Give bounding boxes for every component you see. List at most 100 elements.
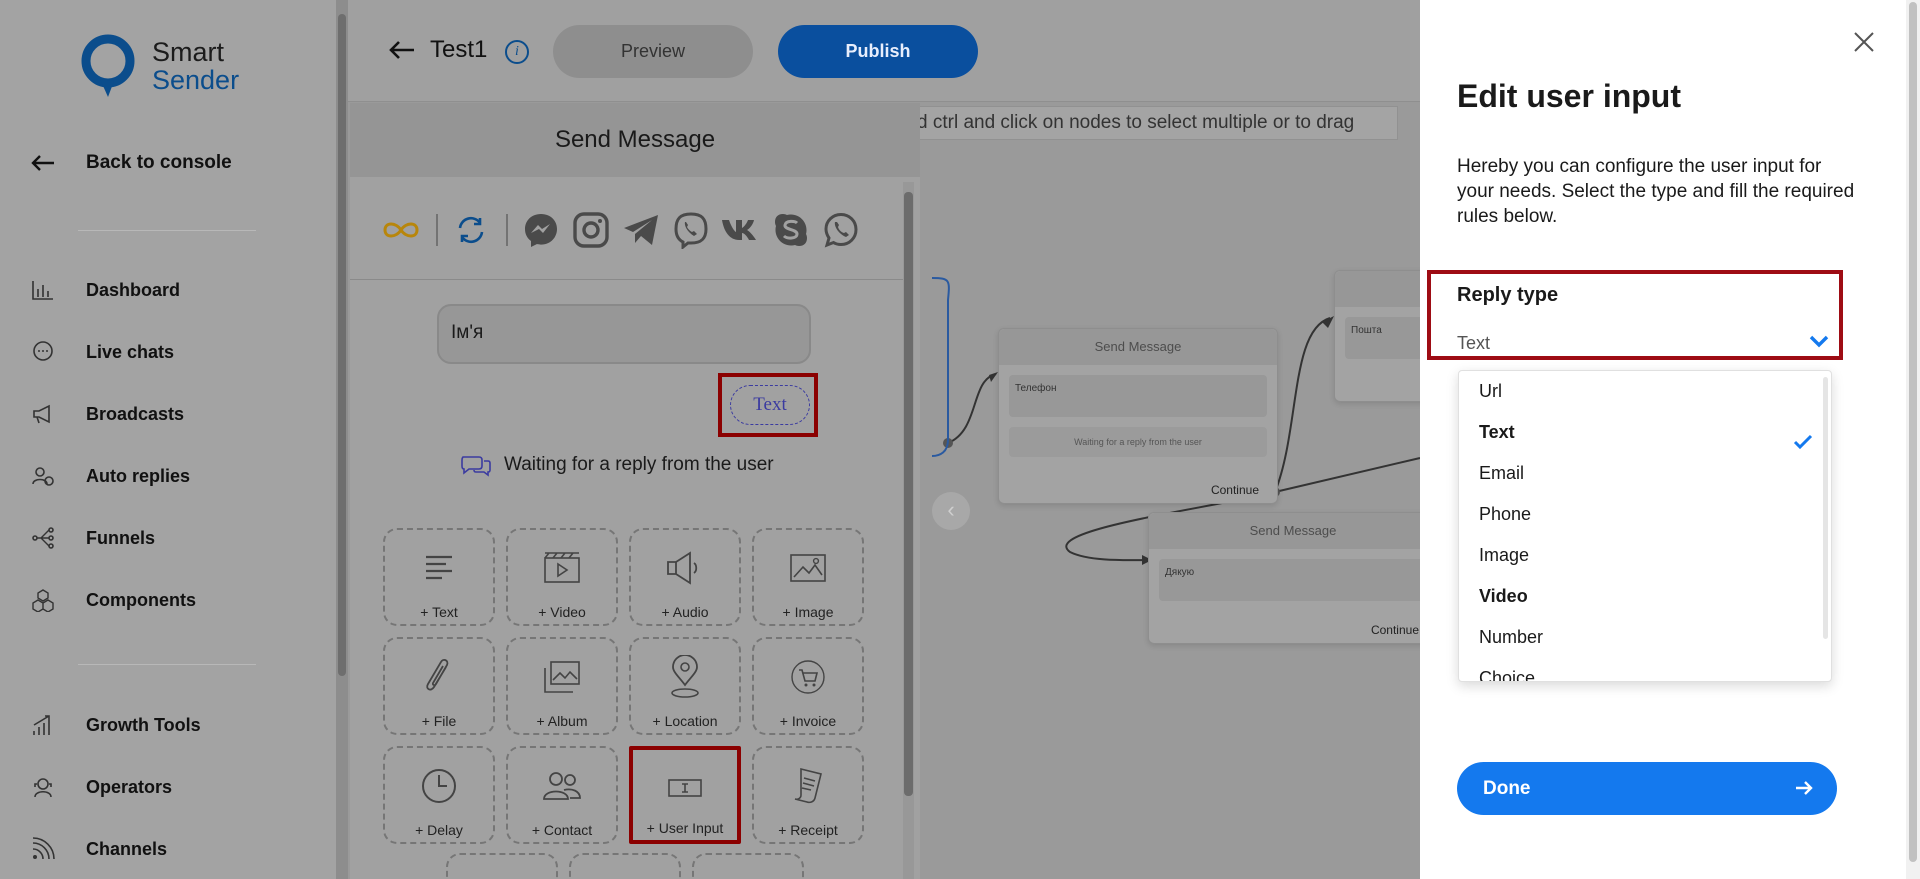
tile-label: + Album — [536, 713, 588, 729]
messenger-icon[interactable] — [520, 209, 562, 251]
sidebar-item-dashboard[interactable]: Dashboard — [30, 259, 196, 321]
logo[interactable]: Smart Sender — [80, 33, 239, 99]
message-bubble[interactable]: Ім'я — [437, 304, 811, 364]
add-image-block-button[interactable]: + Image — [752, 528, 864, 626]
location-pin-icon — [665, 655, 705, 698]
bar-chart-icon — [30, 277, 56, 303]
operator-icon — [30, 774, 56, 800]
add-delay-block-button[interactable]: + Delay — [383, 746, 495, 844]
sidebar-nav-bottom: Growth Tools Operators Channels — [30, 694, 201, 879]
sidebar: Smart Sender Back to console Dashboard L… — [0, 0, 336, 879]
cubes-icon — [30, 587, 56, 613]
reply-type-tag-highlight[interactable]: Text — [718, 373, 818, 437]
add-user-input-block-button[interactable]: + User Input — [629, 746, 741, 844]
option-choice[interactable]: Choice — [1459, 658, 1831, 681]
close-icon[interactable] — [1852, 30, 1876, 54]
skype-icon[interactable] — [770, 209, 812, 251]
chevron-down-icon[interactable] — [1808, 333, 1830, 349]
logo-mark-icon — [80, 33, 136, 99]
info-icon[interactable]: i — [505, 40, 529, 64]
option-number[interactable]: Number — [1459, 617, 1831, 658]
tile-label: + File — [421, 713, 457, 729]
sidebar-item-live-chats[interactable]: Live chats — [30, 321, 196, 383]
chat-bubble-icon — [30, 339, 56, 365]
sidebar-item-label: Auto replies — [86, 465, 191, 486]
add-invoice-block-button[interactable]: + Invoice — [752, 637, 864, 735]
add-video-block-button[interactable]: + Video — [506, 528, 618, 626]
receipt-icon — [788, 766, 828, 806]
audio-icon — [665, 548, 705, 588]
tile-label: + Video — [538, 604, 586, 620]
tile-label: + Receipt — [778, 822, 838, 838]
instagram-icon[interactable] — [570, 209, 612, 251]
checkmark-icon — [1793, 424, 1813, 450]
sidebar-item-label: Growth Tools — [86, 714, 201, 735]
whatsapp-icon[interactable] — [820, 209, 862, 251]
arrow-left-icon[interactable] — [388, 38, 416, 62]
waiting-label: Waiting for a reply from the user — [504, 454, 774, 475]
back-to-console-link[interactable]: Back to console — [30, 152, 232, 174]
cart-icon — [788, 657, 828, 697]
content-block-tile-partial[interactable] — [692, 853, 804, 879]
sidebar-item-components[interactable]: Components — [30, 569, 196, 631]
add-receipt-block-button[interactable]: + Receipt — [752, 746, 864, 844]
content-block-tile-partial[interactable] — [446, 853, 558, 879]
flow-node-send-message[interactable]: Send Message Телефон Waiting for a reply… — [998, 328, 1278, 504]
page-scrollbar-thumb[interactable] — [1909, 2, 1917, 862]
sidebar-item-funnels[interactable]: Funnels — [30, 507, 196, 569]
user-input-icon — [665, 768, 705, 808]
dropdown-scrollbar[interactable] — [1823, 377, 1828, 639]
channel-separator — [436, 214, 438, 246]
add-contact-block-button[interactable]: + Contact — [506, 746, 618, 844]
content-block-grid: + Text + Video + Audio + Image + File + … — [383, 528, 864, 844]
node-message: Телефон — [1009, 375, 1267, 417]
vk-icon[interactable] — [720, 209, 762, 251]
sidebar-item-growth-tools[interactable]: Growth Tools — [30, 694, 201, 756]
flow-title[interactable]: Test1 — [430, 36, 487, 64]
content-block-tile-partial[interactable] — [569, 853, 681, 879]
viber-icon[interactable] — [670, 209, 712, 251]
flow-node-send-message[interactable]: Send Message Дякую Continue — [1148, 512, 1438, 644]
publish-button[interactable]: Publish — [778, 25, 978, 78]
album-icon — [542, 657, 582, 697]
add-file-block-button[interactable]: + File — [383, 637, 495, 735]
sidebar-item-broadcasts[interactable]: Broadcasts — [30, 383, 196, 445]
add-location-block-button[interactable]: + Location — [629, 637, 741, 735]
option-email[interactable]: Email — [1459, 453, 1831, 494]
megaphone-icon — [30, 401, 56, 427]
tile-label: + Contact — [531, 822, 593, 838]
sidebar-item-operators[interactable]: Operators — [30, 756, 201, 818]
telegram-icon[interactable] — [620, 209, 662, 251]
option-image[interactable]: Image — [1459, 535, 1831, 576]
add-album-block-button[interactable]: + Album — [506, 637, 618, 735]
sidebar-item-channels[interactable]: Channels — [30, 818, 201, 879]
send-message-panel: Send Message Ім'я Text Waiting for a rep… — [350, 103, 920, 879]
preview-button[interactable]: Preview — [553, 25, 753, 78]
tile-label: + Image — [782, 604, 834, 620]
node-title: Send Message — [999, 329, 1277, 365]
reply-type-select[interactable]: Text — [1457, 333, 1490, 354]
node-continue-label: Continue — [1370, 623, 1419, 637]
refresh-icon[interactable] — [450, 209, 492, 251]
add-audio-block-button[interactable]: + Audio — [629, 528, 741, 626]
sidebar-item-label: Channels — [86, 838, 168, 859]
option-phone[interactable]: Phone — [1459, 494, 1831, 535]
canvas-nav-arrow-icon[interactable]: ‹ — [932, 492, 970, 530]
reply-type-tag: Text — [730, 385, 810, 425]
add-text-block-button[interactable]: + Text — [383, 528, 495, 626]
panel-title: Edit user input — [1457, 78, 1681, 114]
infinity-icon[interactable] — [380, 209, 422, 251]
sidebar-item-auto-replies[interactable]: Auto replies — [30, 445, 196, 507]
panel-scrollbar-thumb[interactable] — [904, 192, 913, 796]
send-message-header: Send Message — [350, 103, 920, 177]
option-url[interactable]: Url — [1459, 371, 1831, 412]
tile-label: + Invoice — [779, 713, 837, 729]
option-video[interactable]: Video — [1459, 576, 1831, 617]
sidebar-scrollbar-thumb[interactable] — [338, 14, 346, 676]
tile-label: + Audio — [661, 604, 709, 620]
text-lines-icon — [419, 548, 459, 588]
arrow-right-icon — [1795, 780, 1813, 796]
back-to-console-label: Back to console — [86, 152, 232, 173]
option-text[interactable]: Text — [1459, 412, 1831, 453]
done-button[interactable]: Done — [1457, 762, 1837, 815]
